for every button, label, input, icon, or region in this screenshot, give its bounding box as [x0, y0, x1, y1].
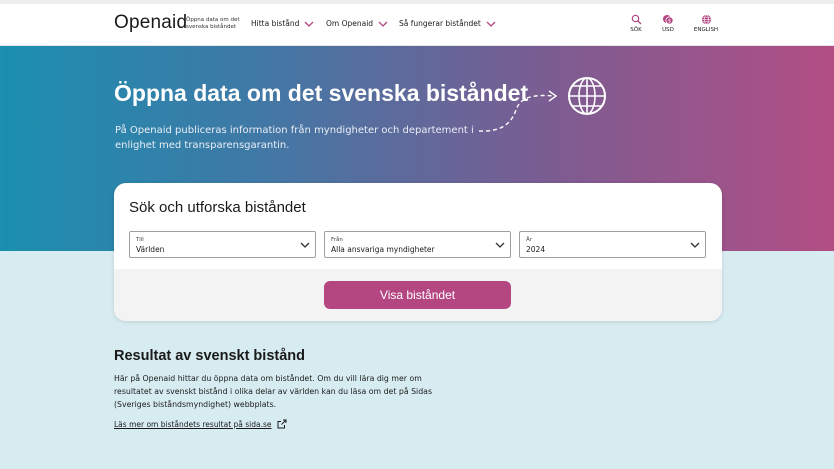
nav-label: Så fungerar biståndet [399, 19, 481, 28]
search-button[interactable]: SÖK [621, 14, 651, 33]
site-header: Openaid Öppna data om det svenska bistån… [0, 4, 834, 46]
agency-select[interactable]: Från Alla ansvariga myndigheter [324, 231, 511, 258]
nav-sa-fungerar[interactable]: Så fungerar biståndet [399, 19, 496, 28]
language-button[interactable]: ENGLISH [691, 14, 721, 33]
results-text: Här på Openaid hittar du öppna data om b… [114, 374, 433, 409]
search-card-title: Sök och utforska biståndet [129, 199, 306, 216]
currency-button[interactable]: $ USD [653, 14, 683, 33]
link-label: Läs mer om biståndets resultat på sida.s… [114, 419, 272, 429]
nav-label: Om Openaid [326, 19, 374, 28]
globe-icon [478, 77, 606, 132]
results-title: Resultat av svenskt bistånd [114, 348, 305, 364]
select-label: År [526, 237, 533, 243]
search-icon [631, 14, 641, 25]
currency-icon: $ [663, 15, 674, 25]
currency-label: USD [662, 27, 674, 33]
hero-title: Öppna data om det svenska biståndet [114, 80, 529, 106]
nav-label: Hitta bistånd [251, 19, 300, 28]
chevron-down-icon [304, 21, 314, 27]
svg-text:$: $ [668, 19, 671, 25]
select-label: Från [331, 237, 343, 243]
hero-text: På Openaid publiceras information från m… [115, 125, 474, 151]
select-value: Alla ansvariga myndigheter [331, 245, 435, 254]
chevron-down-icon [495, 242, 505, 248]
recipient-select[interactable]: Till Världen [129, 231, 316, 258]
logo-tagline: Öppna data om det svenska biståndet [186, 17, 240, 30]
chevron-down-icon [690, 242, 700, 248]
nav-hitta-bistand[interactable]: Hitta bistånd [251, 19, 314, 28]
select-value: Världen [136, 245, 165, 254]
year-select[interactable]: År 2024 [519, 231, 706, 258]
search-card: Sök och utforska biståndet Till Världen … [114, 183, 722, 321]
select-label: Till [136, 237, 144, 243]
globe-icon [701, 14, 711, 25]
sida-results-link[interactable]: Läs mer om biståndets resultat på sida.s… [114, 419, 287, 429]
search-label: SÖK [630, 27, 642, 33]
external-link-icon [277, 419, 287, 429]
chevron-down-icon [378, 21, 388, 27]
show-aid-button[interactable]: Visa biståndet [324, 281, 511, 309]
chevron-down-icon [486, 21, 496, 27]
select-value: 2024 [526, 245, 546, 254]
chevron-down-icon [300, 242, 310, 248]
logo[interactable]: Openaid [114, 12, 187, 34]
nav-om-openaid[interactable]: Om Openaid [326, 19, 388, 28]
language-label: ENGLISH [693, 27, 719, 33]
